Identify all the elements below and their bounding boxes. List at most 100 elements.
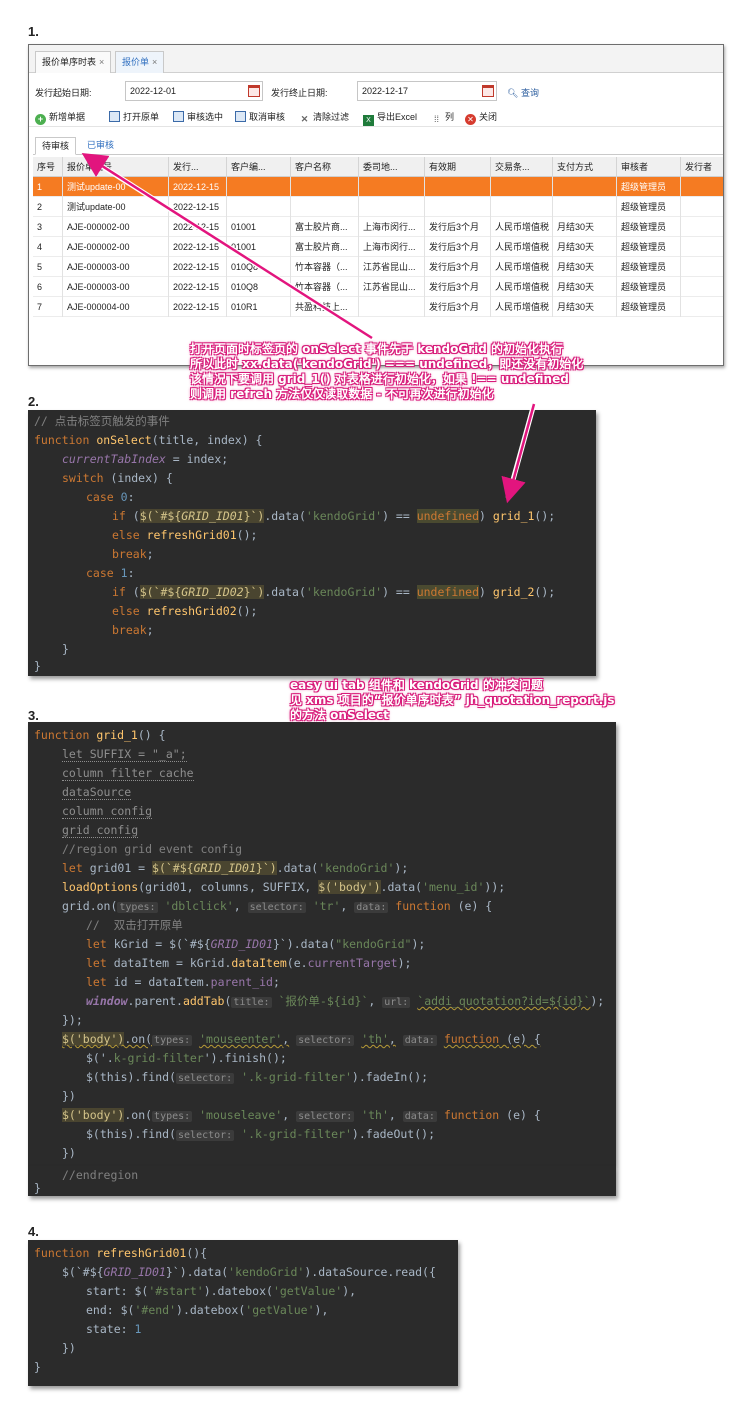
table-cell: 01001 xyxy=(227,237,291,257)
query-button[interactable]: 🔍︎ 查询 xyxy=(507,86,539,99)
column-header[interactable]: 客户名称 xyxy=(291,157,359,177)
column-header[interactable]: 发行者 xyxy=(681,157,723,177)
code-token: } xyxy=(34,1360,41,1374)
toolbar-label: 新增单据 xyxy=(49,112,86,122)
code-token: break xyxy=(112,623,147,637)
column-header[interactable]: 审核者 xyxy=(617,157,681,177)
table-row[interactable]: 6 AJE-000003-00 2022-12-15 010Q8 竹本容器（... 江苏省… xyxy=(33,277,723,297)
column-header[interactable]: 委司地... xyxy=(359,157,425,177)
table-cell: 2022-12-15 xyxy=(169,177,227,197)
folded-region[interactable]: column config xyxy=(62,804,153,819)
code-token: .data( xyxy=(264,585,306,599)
table-row[interactable]: 7 AJE-000004-00 2022-12-15 010R1 共盈科技上... 发行后… xyxy=(33,297,723,317)
start-date-input[interactable]: 2022-12-01 xyxy=(125,81,263,101)
toolbar-label: 清除过滤 xyxy=(313,112,350,122)
column-header[interactable]: 序号 xyxy=(33,157,63,177)
code-token: $('. xyxy=(86,1051,114,1065)
column-header[interactable]: 支付方式 xyxy=(553,157,617,177)
table-cell: 月结30天 xyxy=(553,297,617,317)
column-header[interactable]: 客户编... xyxy=(227,157,291,177)
table-row[interactable]: 2 测试update-00 2022-12-15 超级管理员 xyxy=(33,197,723,217)
annotation-line: 所以此时 xx.data('kendoGrid') === undefined，… xyxy=(190,357,584,371)
folded-region[interactable]: grid config xyxy=(62,823,139,838)
table-cell: 超级管理员 xyxy=(617,297,681,317)
code-line: //region grid event config xyxy=(28,840,616,859)
calendar-icon[interactable] xyxy=(248,85,260,97)
cancel-approval-button[interactable]: 取消审核 xyxy=(235,110,285,123)
code-line: $('body').on(types: 'mouseleave', select… xyxy=(28,1106,616,1125)
table-cell: 2022-12-15 xyxy=(169,217,227,237)
table-row[interactable]: 5 AJE-000003-00 2022-12-15 010Q8 竹本容器（... 江苏省… xyxy=(33,257,723,277)
code-token: ) xyxy=(373,880,381,894)
param-hint: selector: xyxy=(247,902,306,913)
table-cell: 富士胶片商... xyxy=(291,217,359,237)
open-original-button[interactable]: 打开原单 xyxy=(109,110,159,123)
table-cell: 2 xyxy=(33,197,63,217)
table-cell: 2022-12-15 xyxy=(169,277,227,297)
code-token: (grid01, columns, SUFFIX, xyxy=(138,880,319,894)
code-token: 'kendoGrid' xyxy=(318,861,395,875)
code-panel-refresh: function refreshGrid01(){ $(`#${GRID_ID0… xyxy=(28,1240,458,1386)
close-button[interactable]: ✕ 关闭 xyxy=(465,110,497,125)
code-token: 'kendoGrid' xyxy=(228,1265,305,1279)
column-header[interactable]: 发行... xyxy=(169,157,227,177)
annotation-line: easy ui tab 组件和 kendoGrid 的冲突问题 xyxy=(290,678,543,692)
param-hint: types: xyxy=(117,902,158,913)
column-header[interactable]: 交易条... xyxy=(491,157,553,177)
folded-region[interactable]: let SUFFIX = "_a"; xyxy=(62,747,187,762)
close-icon[interactable]: × xyxy=(99,57,104,67)
table-cell: 测试update-00 xyxy=(63,197,169,217)
code-token: ) == xyxy=(382,585,417,599)
code-token: else xyxy=(112,528,147,542)
code-token: GRID_ID01 xyxy=(181,509,244,523)
code-token: 'th' xyxy=(361,1032,389,1046)
code-token: } xyxy=(62,642,69,656)
table-row[interactable]: 1 测试update-00 2022-12-15 超级管理员 xyxy=(33,177,723,197)
end-date-input[interactable]: 2022-12-17 xyxy=(357,81,497,101)
table-cell: AJE-000002-00 xyxy=(63,217,169,237)
close-icon[interactable]: × xyxy=(152,57,157,67)
code-token: grid_1 xyxy=(492,509,535,523)
code-token: (title, index) { xyxy=(151,433,263,447)
code-token: $(`#${ xyxy=(139,585,182,599)
table-cell: 2022-12-15 xyxy=(169,197,227,217)
code-token: (); xyxy=(534,585,556,599)
folded-region[interactable]: column filter cache xyxy=(62,766,194,781)
table-cell: 人民币增值税 xyxy=(491,217,553,237)
columns-button[interactable]: ⁞⁞ 列 xyxy=(431,110,454,125)
code-token: if xyxy=(112,509,126,523)
code-line: if ($(`#${GRID_ID01}`).data('kendoGrid')… xyxy=(112,509,556,523)
code-token: (e. xyxy=(286,956,308,970)
code-line: switch (index) { xyxy=(28,469,596,488)
code-token: break xyxy=(112,547,147,561)
new-document-button[interactable]: + 新增单据 xyxy=(35,110,85,125)
code-token: () { xyxy=(137,728,166,742)
code-token: "kendoGrid" xyxy=(335,937,412,951)
table-cell xyxy=(553,177,617,197)
code-token: refreshGrid01 xyxy=(146,528,237,542)
table-cell: 5 xyxy=(33,257,63,277)
code-line: function onSelect(title, index) { xyxy=(28,431,596,450)
approve-selected-button[interactable]: 审核选中 xyxy=(173,110,223,123)
tab-quotation[interactable]: 报价单 × xyxy=(115,51,165,73)
table-row[interactable]: 4 AJE-000002-00 2022-12-15 01001 富士胶片商... 上海市… xyxy=(33,237,723,257)
table-cell: 010Q8 xyxy=(227,257,291,277)
start-date-value: 2022-12-01 xyxy=(130,86,177,96)
column-header[interactable]: 有效期 xyxy=(425,157,491,177)
code-token: ).datebox( xyxy=(176,1303,246,1317)
calendar-icon[interactable] xyxy=(482,85,494,97)
code-token: .parent. xyxy=(127,994,183,1008)
export-excel-button[interactable]: X 导出Excel xyxy=(363,110,417,126)
column-header[interactable]: 报价单编号 xyxy=(63,157,169,177)
code-line: loadOptions(grid01, columns, SUFFIX, $('… xyxy=(28,878,616,897)
code-token: ); xyxy=(590,994,605,1008)
toolbar-label: 列 xyxy=(445,112,455,122)
tab-approved[interactable]: 已审核 xyxy=(81,137,120,155)
clear-filter-button[interactable]: ✕ 清除过滤 xyxy=(299,110,349,125)
code-token: else xyxy=(112,604,147,618)
folded-region[interactable]: dataSource xyxy=(62,785,132,800)
table-cell: 共盈科技上... xyxy=(291,297,359,317)
tab-pending[interactable]: 待审核 xyxy=(35,137,77,155)
tab-quotation-report[interactable]: 报价单序时表 × xyxy=(35,51,112,73)
table-row[interactable]: 3 AJE-000002-00 2022-12-15 01001 富士胶片商... 上海市… xyxy=(33,217,723,237)
